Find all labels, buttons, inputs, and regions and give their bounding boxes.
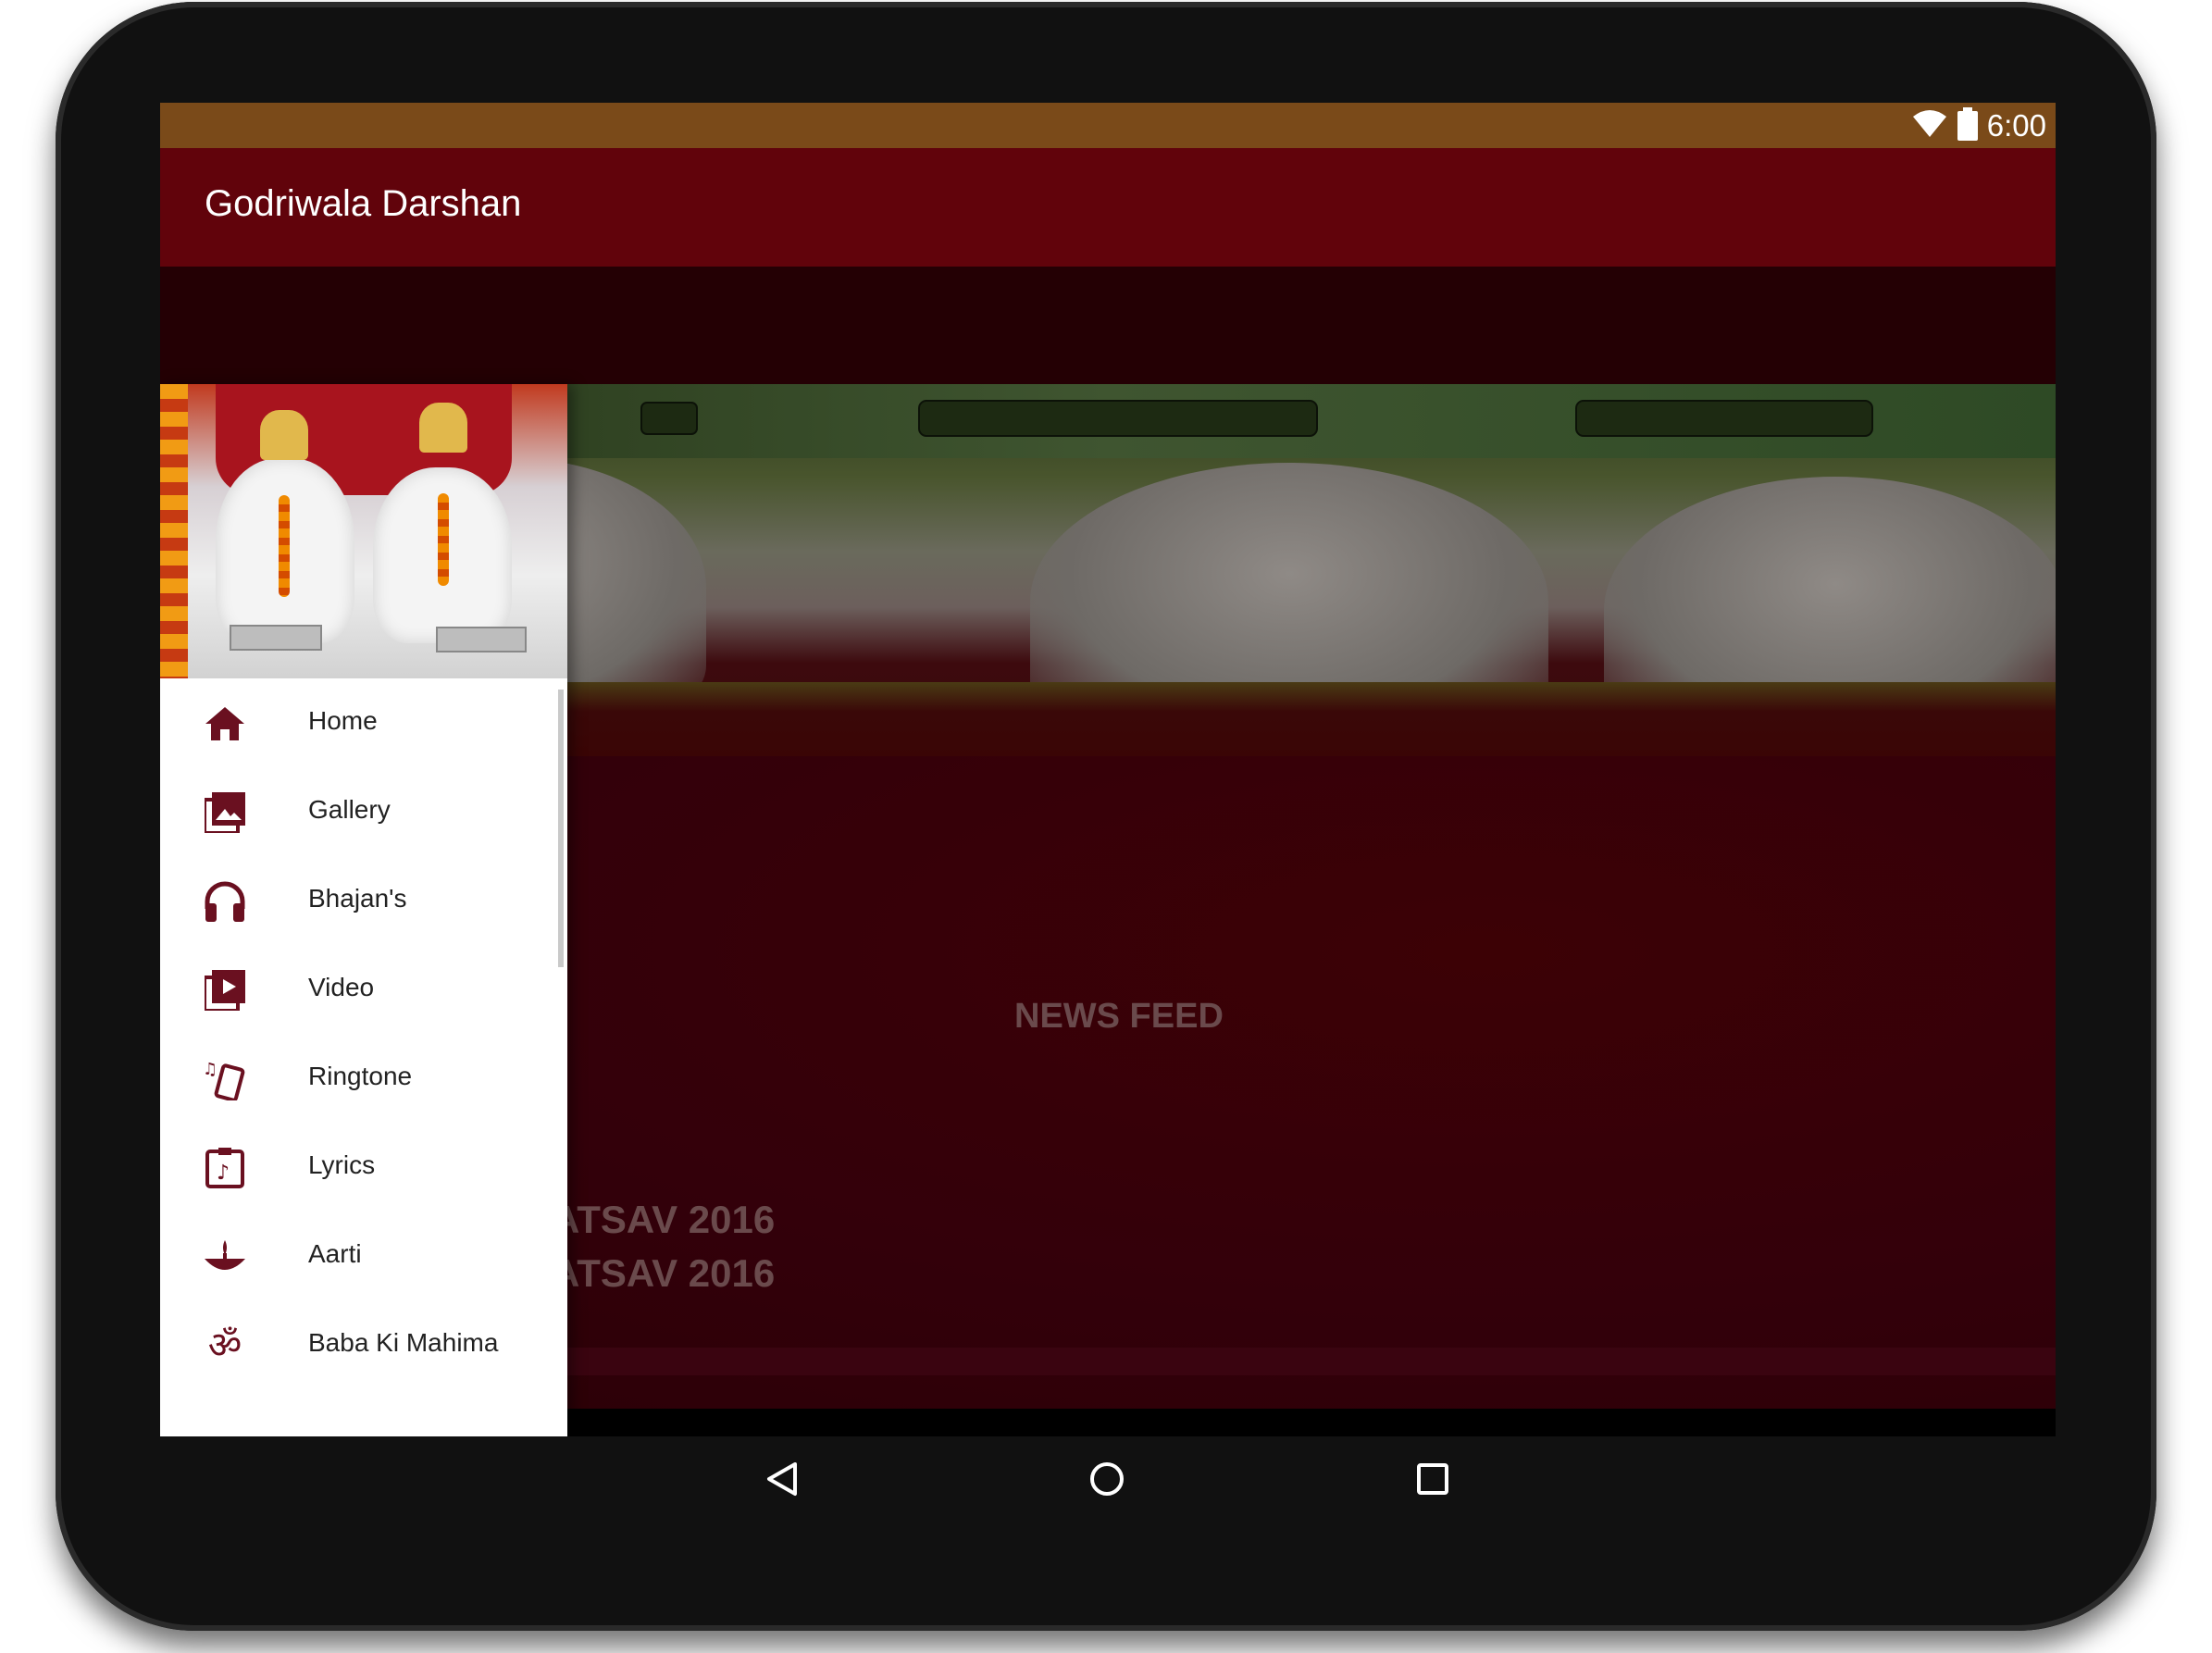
drawer-item-video[interactable]: Video [160,945,567,1034]
drawer-item-home[interactable]: Home [160,678,567,767]
back-icon [764,1460,801,1501]
drawer-item-aarti[interactable]: Aarti [160,1212,567,1300]
home-nav-button[interactable] [1063,1436,1151,1525]
status-time: 6:00 [1986,107,2046,143]
app-title: Godriwala Darshan [205,183,522,224]
drawer-header-image [160,384,567,678]
home-nav-icon [1088,1460,1125,1501]
drawer-item-label: Ringtone [308,1062,413,1090]
headphones-icon [203,880,247,923]
drawer-item-label: Video [308,973,375,1001]
navigation-drawer[interactable]: Home Gallery Bhajan's Video ♫ Ringtone ♪… [160,384,567,1436]
news-item[interactable]: ATSAV 2016 [552,1251,775,1296]
drawer-item-lyrics[interactable]: ♪ Lyrics [160,1123,567,1212]
drawer-item-label: Baba Ki Mahima [308,1328,499,1357]
wifi-icon [1911,109,1948,143]
recents-icon [1416,1462,1449,1499]
drawer-item-label: Aarti [308,1239,362,1268]
svg-text:♫: ♫ [203,1060,217,1079]
lyrics-icon: ♪ [203,1147,247,1189]
back-button[interactable] [738,1436,826,1525]
video-library-icon [203,969,247,1012]
status-bar: 6:00 [160,103,2056,148]
drawer-scrollbar[interactable] [558,690,564,967]
news-item[interactable]: ATSAV 2016 [552,1198,775,1242]
drawer-item-label: Bhajan's [308,884,407,913]
drawer-item-bhajans[interactable]: Bhajan's [160,856,567,945]
navigation-bar [216,1436,2111,1525]
drawer-item-gallery[interactable]: Gallery [160,767,567,856]
drawer-item-label: Home [308,706,378,735]
drawer-item-label: Lyrics [308,1150,376,1179]
device-screen: 6:00 Godriwala Darshan NEWS FEED ATSAV 2… [160,103,2056,1436]
drawer-item-label: Gallery [308,795,391,824]
home-icon [203,702,247,745]
aarti-icon [203,1236,247,1278]
gallery-icon [203,791,247,834]
drawer-item-ringtone[interactable]: ♫ Ringtone [160,1034,567,1123]
drawer-item-baba-ki-mahima[interactable]: ॐ Baba Ki Mahima [160,1300,567,1389]
recents-button[interactable] [1388,1436,1477,1525]
news-feed-title: NEWS FEED [1014,997,1224,1036]
svg-text:♪: ♪ [217,1162,230,1185]
battery-icon [1957,106,1978,144]
drawer-menu: Home Gallery Bhajan's Video ♫ Ringtone ♪… [160,678,567,1389]
ringtone-icon: ♫ [203,1058,247,1100]
om-icon: ॐ [207,1324,242,1367]
app-bar: Godriwala Darshan [160,148,2056,267]
